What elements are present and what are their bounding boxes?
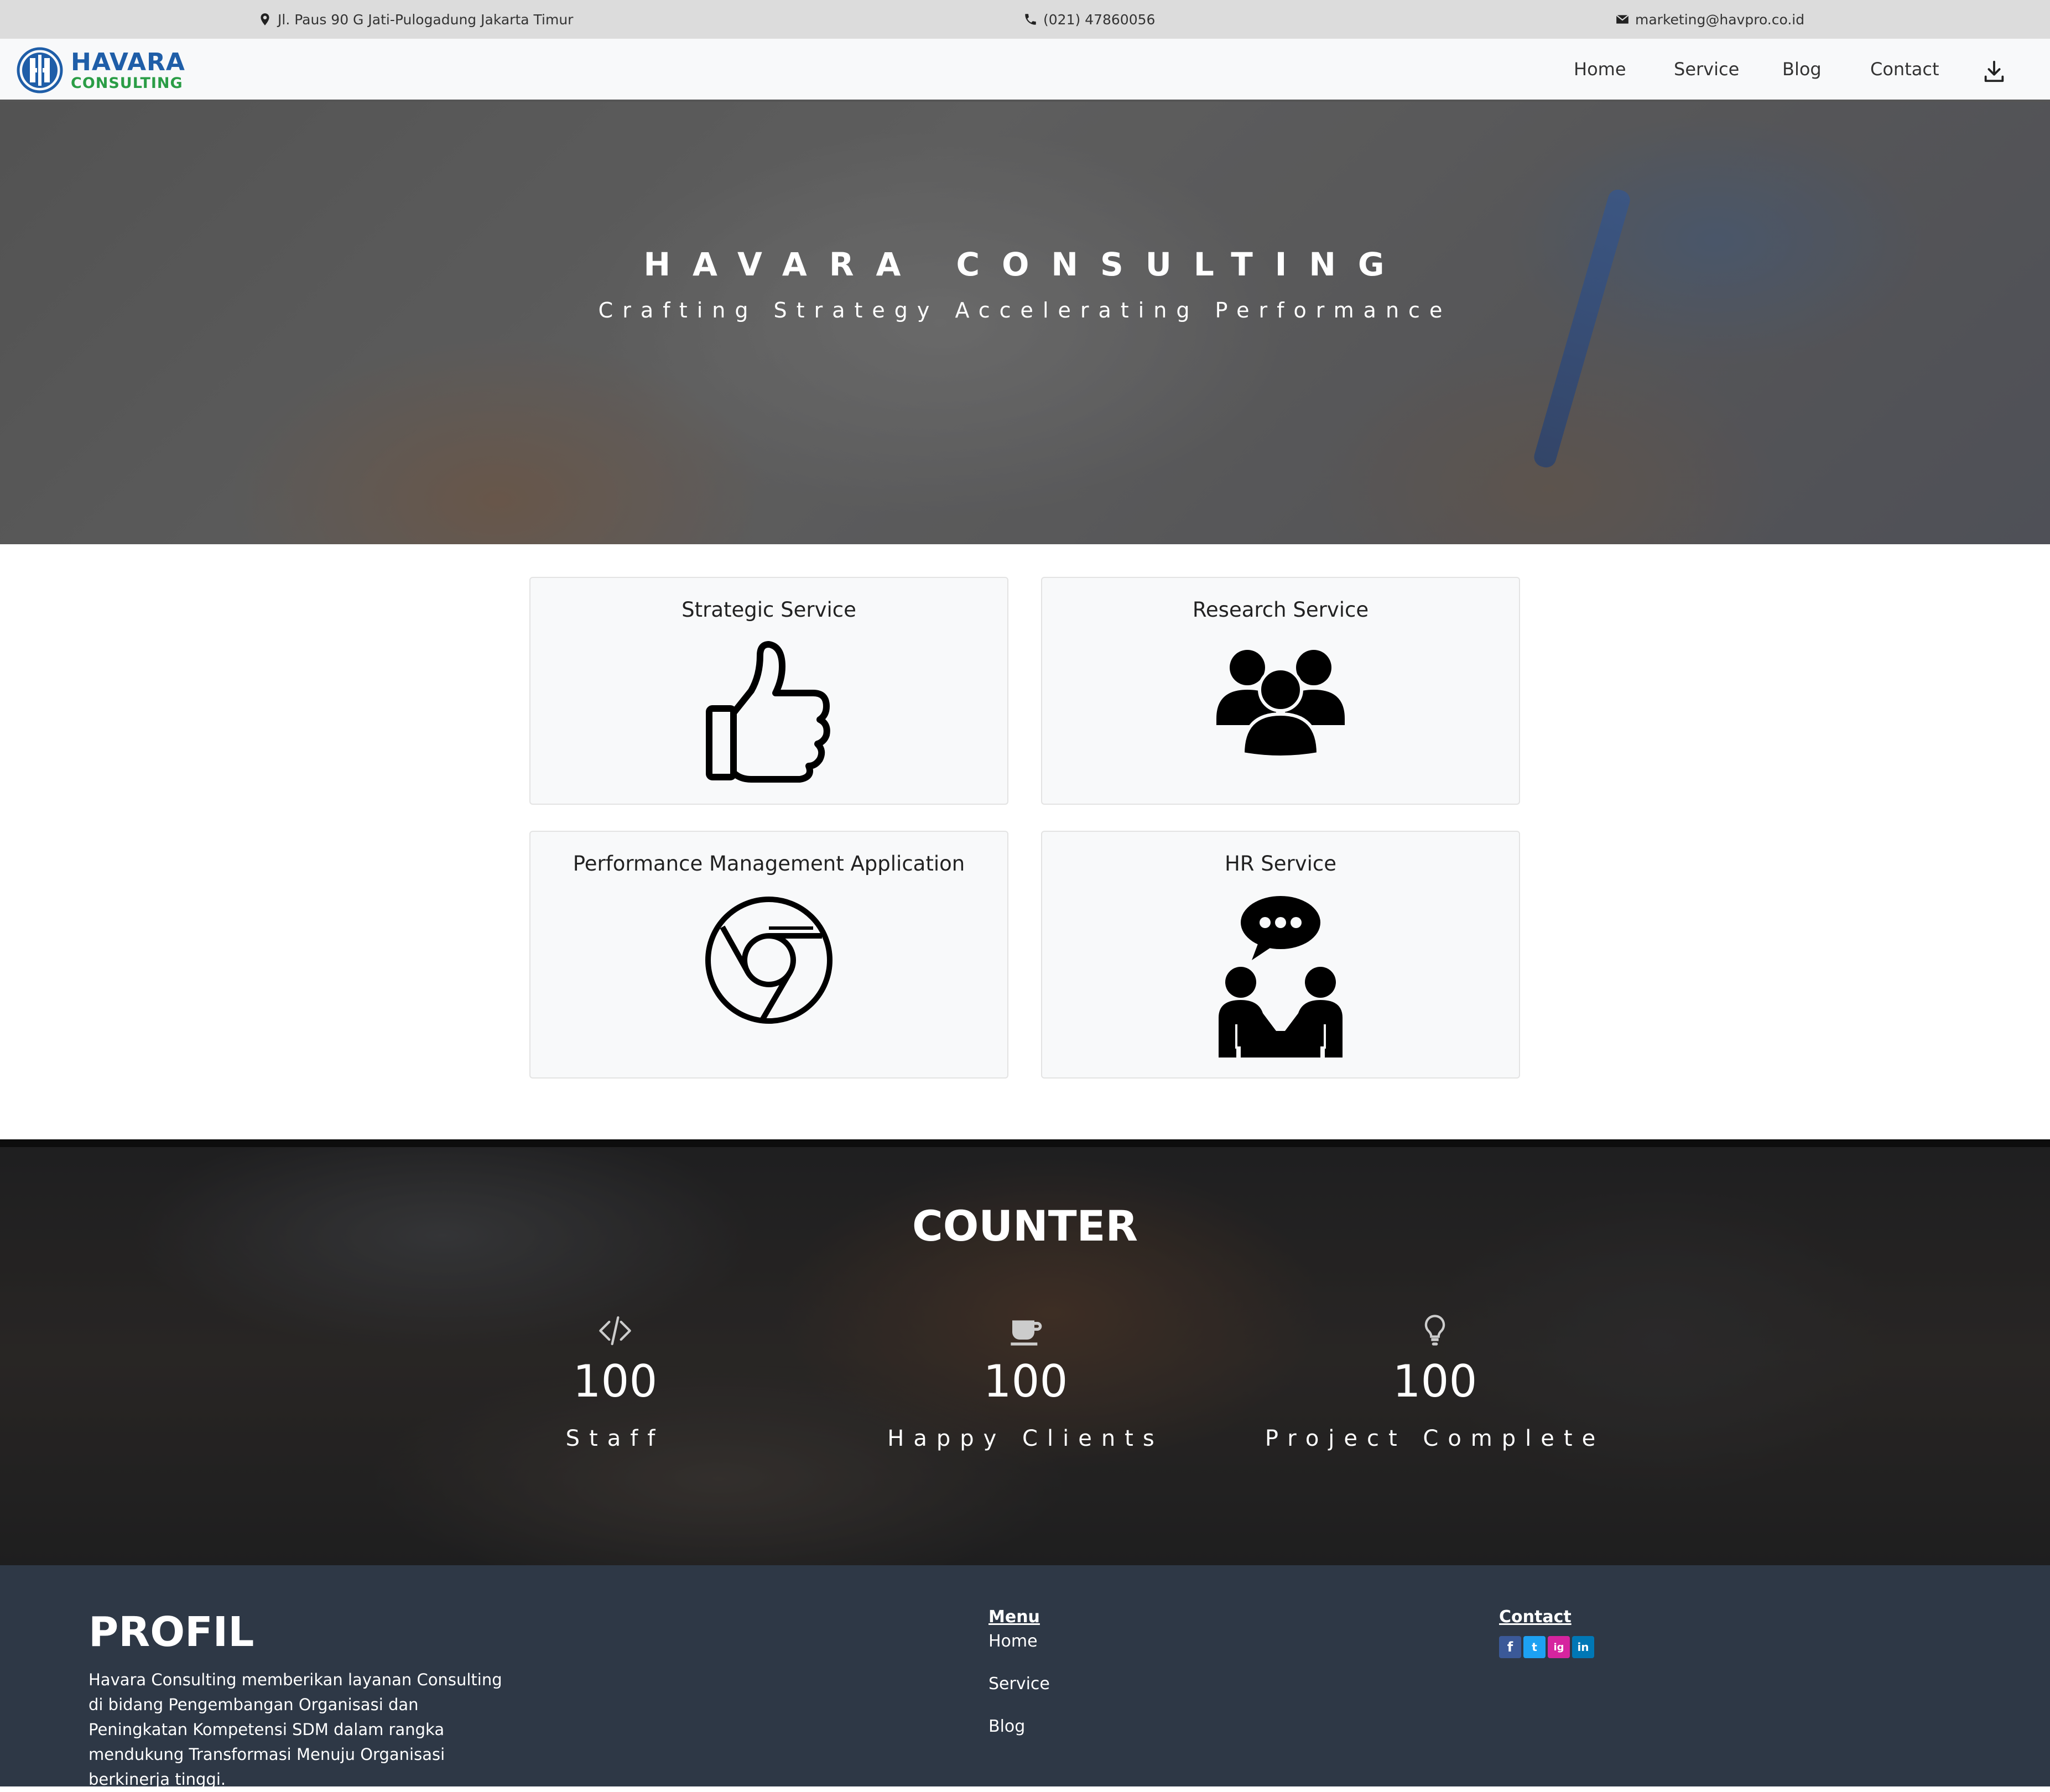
nav-home[interactable]: Home [1574,59,1626,80]
footer-profile-title: PROFIL [89,1608,254,1656]
footer-menu-heading: Menu [988,1607,1040,1627]
stat-project-complete: 100 Project Complete [1230,1313,1640,1451]
havara-logo-icon [17,47,63,93]
counter-section: COUNTER 100 Staff 100 Happy Clients 100 … [0,1139,2050,1565]
twitter-icon[interactable]: t [1523,1636,1546,1658]
footer: PROFIL Havara Consulting memberikan laya… [0,1565,2050,1789]
stat-label: Project Complete [1265,1426,1605,1451]
coffee-icon [1011,1320,1042,1346]
nav-blog[interactable]: Blog [1782,59,1822,80]
lightbulb-icon [1424,1315,1445,1346]
service-card-title: Research Service [1192,598,1369,622]
envelope-icon [1616,14,1629,24]
stat-label: Happy Clients [887,1426,1164,1451]
email-item: marketing@havpro.co.id [1615,0,1804,39]
hero-background-pen [1532,187,1632,470]
phone-icon [1025,14,1036,25]
service-card-research[interactable]: Research Service [1041,577,1520,805]
service-card-performance[interactable]: Performance Management Application [529,831,1008,1079]
hero-banner: HAVARA CONSULTING Crafting Strategy Acce… [0,102,2050,544]
nav-contact[interactable]: Contact [1870,59,1939,80]
stat-happy-clients: 100 Happy Clients [821,1313,1230,1451]
service-card-strategic[interactable]: Strategic Service [529,577,1008,805]
footer-contact-heading: Contact [1499,1607,1572,1627]
navbar: HAVARA CONSULTING Home Service Blog Cont… [0,39,2050,102]
code-icon [599,1316,631,1346]
stat-value: 100 [983,1356,1068,1407]
download-icon[interactable] [1981,59,2007,84]
stat-value: 100 [573,1356,658,1407]
chrome-icon [705,897,833,1024]
hero-subtitle: Crafting Strategy Accelerating Performan… [598,298,1452,322]
social-links: f t ig in [1499,1636,1594,1658]
brand-name: HAVARA [71,48,185,76]
hero-title: HAVARA CONSULTING [643,246,1407,283]
top-info-bar: Jl. Paus 90 G Jati-Pulogadung Jakarta Ti… [0,0,2050,39]
stat-label: Staff [565,1426,665,1451]
service-card-title: HR Service [1224,852,1337,876]
linkedin-icon[interactable]: in [1572,1636,1594,1658]
nav-service[interactable]: Service [1674,59,1739,80]
footer-link-service[interactable]: Service [988,1674,1050,1694]
service-card-title: Strategic Service [681,598,856,622]
address-item: Jl. Paus 90 G Jati-Pulogadung Jakarta Ti… [258,0,573,39]
group-icon [1216,650,1345,758]
stat-staff: 100 Staff [410,1313,820,1451]
thumbs-up-icon [706,641,830,783]
footer-link-blog[interactable]: Blog [988,1717,1025,1736]
footer-link-home[interactable]: Home [988,1632,1038,1651]
facebook-icon[interactable]: f [1499,1636,1521,1658]
map-pin-icon [261,13,269,25]
brand-logo[interactable]: HAVARA CONSULTING [17,46,185,94]
phone-text: (021) 47860056 [1043,11,1156,28]
instagram-icon[interactable]: ig [1548,1636,1570,1658]
conversation-icon [1219,896,1343,1058]
stat-value: 100 [1392,1356,1477,1407]
email-text[interactable]: marketing@havpro.co.id [1635,12,1804,28]
address-text: Jl. Paus 90 G Jati-Pulogadung Jakarta Ti… [278,11,574,28]
service-card-hr[interactable]: HR Service [1041,831,1520,1079]
counter-title: COUNTER [912,1201,1138,1251]
phone-item: (021) 47860056 [1023,0,1155,39]
footer-profile-description: Havara Consulting memberikan layanan Con… [89,1670,502,1789]
service-card-title: Performance Management Application [573,852,965,876]
brand-tagline: CONSULTING [71,74,183,92]
